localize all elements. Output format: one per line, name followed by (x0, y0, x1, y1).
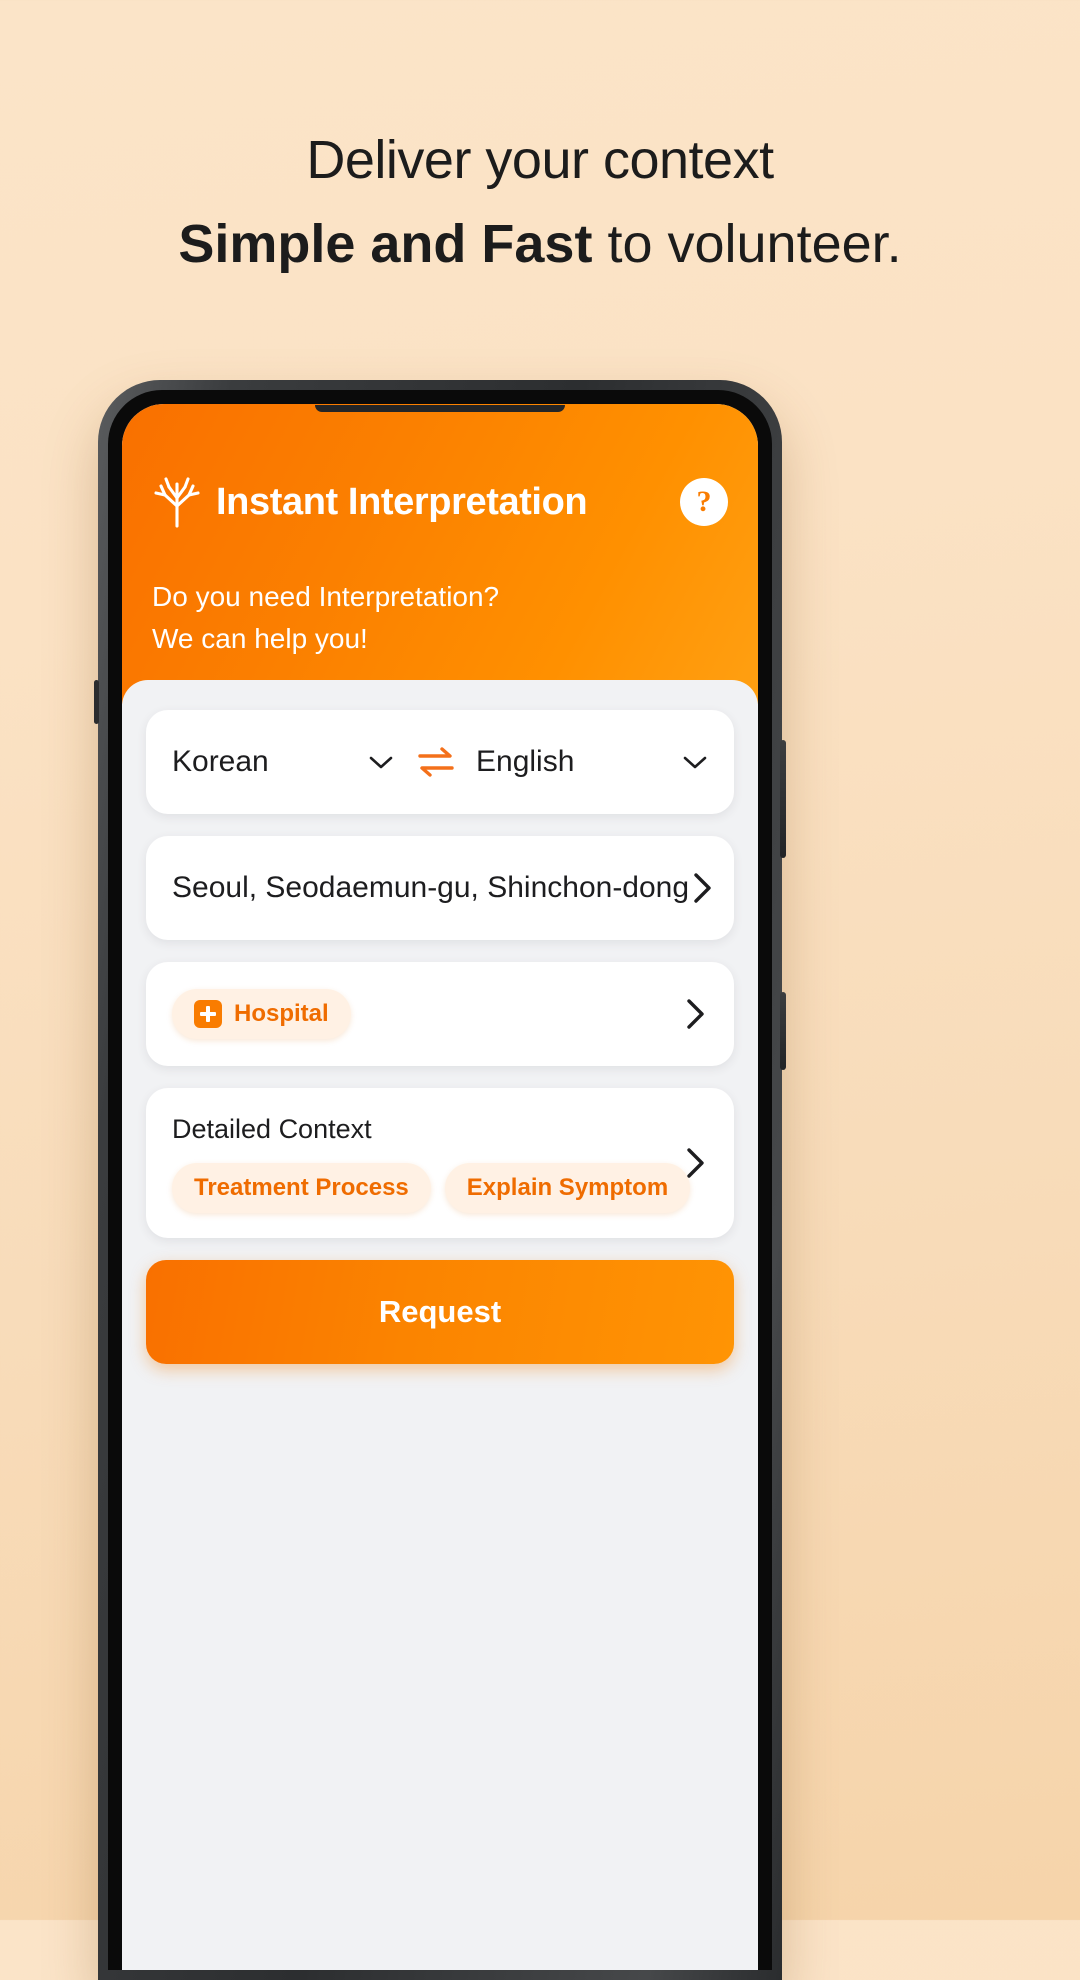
subtitle-line-2: We can help you! (152, 623, 368, 654)
volume-button[interactable] (780, 740, 786, 858)
app-title-row: Instant Interpretation ? (152, 476, 728, 528)
target-language-select[interactable]: English (476, 745, 708, 779)
promo-line-2: Simple and Fast to volunteer. (0, 202, 1080, 286)
language-selector-card[interactable]: Korean English (146, 710, 734, 814)
context-chip[interactable]: Treatment Process (172, 1163, 431, 1213)
promo-headline: Deliver your context Simple and Fast to … (0, 118, 1080, 286)
app-title: Instant Interpretation (216, 481, 588, 523)
phone-notch (315, 405, 565, 412)
context-chip-label: Treatment Process (194, 1174, 409, 1201)
chevron-down-icon (368, 754, 394, 770)
detailed-context-title: Detailed Context (172, 1114, 372, 1144)
phone-mockup: Instant Interpretation ? Do you need Int… (94, 380, 786, 1980)
swap-horizontal-icon[interactable] (416, 745, 456, 779)
chevron-down-icon (682, 754, 708, 770)
context-chip-label: Explain Symptom (466, 1174, 669, 1201)
chevron-right-icon (682, 1146, 708, 1180)
source-language-value: Korean (172, 745, 269, 778)
question-mark-icon[interactable]: ? (680, 478, 728, 526)
subtitle-line-1: Do you need Interpretation? (152, 581, 500, 612)
target-language-value: English (476, 745, 575, 778)
app-header: Instant Interpretation ? Do you need Int… (122, 404, 758, 704)
chevron-right-icon (689, 871, 715, 905)
medical-cross-icon (194, 1000, 222, 1028)
category-chip-label: Hospital (234, 1000, 329, 1027)
request-button[interactable]: Request (146, 1260, 734, 1364)
tree-icon (152, 476, 202, 528)
category-card[interactable]: Hospital (146, 962, 734, 1066)
app-subtitle: Do you need Interpretation? We can help … (152, 576, 728, 660)
chevron-right-icon (682, 997, 708, 1031)
category-chip[interactable]: Hospital (172, 989, 351, 1039)
phone-screen: Instant Interpretation ? Do you need Int… (122, 404, 758, 1970)
form-sheet: Korean English Seoul, Seodaemun-gu, Shin… (122, 680, 758, 1680)
power-button[interactable] (780, 992, 786, 1070)
phone-bezel: Instant Interpretation ? Do you need Int… (108, 390, 772, 1970)
promo-line-2-bold: Simple and Fast (178, 214, 593, 274)
detailed-context-card[interactable]: Detailed Context Treatment Process Expla… (146, 1088, 734, 1238)
promo-line-1: Deliver your context (306, 130, 774, 190)
promo-line-2-rest: to volunteer. (592, 214, 902, 274)
source-language-select[interactable]: Korean (172, 745, 394, 779)
detailed-context-chips: Treatment Process Explain Symptom (172, 1163, 708, 1213)
side-button-left[interactable] (94, 680, 99, 724)
location-card[interactable]: Seoul, Seodaemun-gu, Shinchon-dong (146, 836, 734, 940)
context-chip[interactable]: Explain Symptom (444, 1163, 691, 1213)
location-value: Seoul, Seodaemun-gu, Shinchon-dong (172, 871, 690, 904)
